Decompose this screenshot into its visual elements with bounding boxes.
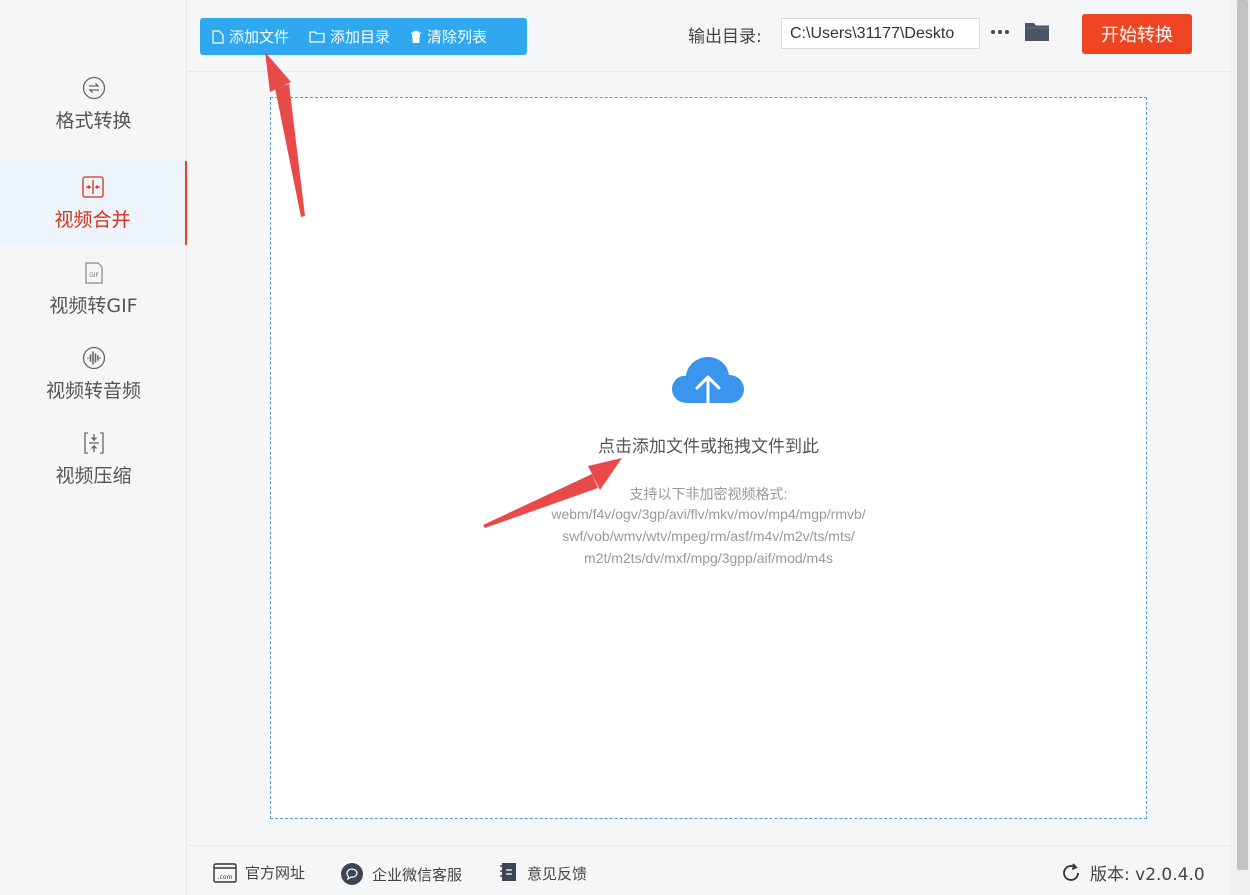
add-file-label: 添加文件 bbox=[229, 28, 290, 46]
sidebar-item-label: 视频转音频 bbox=[45, 379, 141, 402]
official-website-label: 官方网址 bbox=[245, 864, 306, 882]
wechat-support-label: 企业微信客服 bbox=[372, 865, 463, 884]
sidebar-item-video-merge[interactable]: 视频合并 bbox=[0, 161, 187, 245]
more-options-button[interactable] bbox=[988, 22, 1012, 42]
gif-icon: GIF bbox=[82, 261, 106, 285]
formats-line: webm/f4v/ogv/3gp/avi/flv/mkv/mov/mp4/mgp… bbox=[551, 506, 866, 522]
output-dir-label: 输出目录: bbox=[688, 27, 762, 47]
add-directory-button[interactable]: 添加目录 bbox=[309, 26, 390, 47]
trash-icon bbox=[411, 30, 422, 43]
sidebar-item-label: 视频合并 bbox=[54, 208, 131, 231]
audio-wave-icon bbox=[82, 346, 106, 370]
version-label: 版本: v2.0.4.0 bbox=[1090, 865, 1205, 885]
svg-text:GIF: GIF bbox=[89, 272, 99, 279]
formats-line: swf/vob/wmv/wtv/mpeg/rm/asf/m4v/m2v/ts/m… bbox=[562, 528, 855, 544]
sidebar-item-video-audio[interactable]: 视频转音频 bbox=[0, 332, 187, 416]
version-info[interactable]: 版本: v2.0.4.0 bbox=[1060, 860, 1205, 885]
wechat-support-link[interactable]: 企业微信客服 bbox=[340, 862, 462, 886]
format-convert-icon bbox=[82, 76, 106, 100]
sidebar-item-format-convert[interactable]: 格式转换 bbox=[0, 62, 187, 146]
sidebar-item-label: 视频压缩 bbox=[55, 464, 132, 487]
sidebar-item-label: 视频转GIF bbox=[49, 294, 138, 317]
open-folder-button[interactable] bbox=[1024, 20, 1050, 46]
output-dir-field[interactable]: C:\Users\31177\Deskto bbox=[781, 18, 980, 49]
feedback-link[interactable]: 意见反馈 bbox=[499, 862, 587, 884]
formats-heading: 支持以下非加密视频格式: bbox=[629, 486, 788, 502]
compress-icon bbox=[82, 431, 106, 455]
formats-line: m2t/m2ts/dv/mxf/mpg/3gpp/aif/mod/m4s bbox=[584, 550, 833, 566]
official-website-link[interactable]: .com 官方网址 bbox=[213, 862, 305, 883]
file-icon bbox=[212, 29, 224, 44]
clear-list-button[interactable]: 清除列表 bbox=[410, 26, 487, 47]
sidebar-item-label: 格式转换 bbox=[55, 109, 132, 132]
video-merge-icon bbox=[81, 175, 105, 199]
start-convert-button[interactable]: 开始转换 bbox=[1082, 14, 1192, 54]
toolbar: 添加文件 添加目录 清除列表 输出目录: C:\Users\31177\Desk… bbox=[188, 0, 1230, 72]
website-icon: .com bbox=[213, 862, 237, 883]
clear-list-label: 清除列表 bbox=[427, 28, 488, 46]
drop-zone-title: 点击添加文件或拖拽文件到此 bbox=[598, 437, 819, 457]
file-button-group: 添加文件 添加目录 清除列表 bbox=[200, 18, 527, 55]
feedback-label: 意见反馈 bbox=[527, 864, 588, 883]
file-drop-zone[interactable] bbox=[270, 97, 1147, 819]
footer-bar: .com 官方网址 企业微信客服 意见反馈 版本: v2.0.4.0 bbox=[188, 845, 1230, 895]
sidebar: 格式转换 视频合并 GIF 视频转GIF 视频转音频 视频压缩 bbox=[0, 0, 187, 895]
svg-text:.com: .com bbox=[218, 874, 233, 881]
chat-bubble-icon bbox=[341, 863, 363, 885]
refresh-icon bbox=[1063, 862, 1079, 881]
add-directory-label: 添加目录 bbox=[330, 28, 391, 46]
folder-icon bbox=[1025, 23, 1049, 41]
add-file-button[interactable]: 添加文件 bbox=[212, 26, 289, 47]
feedback-icon bbox=[500, 863, 516, 881]
cloud-upload-icon[interactable] bbox=[670, 355, 746, 421]
sidebar-item-video-compress[interactable]: 视频压缩 bbox=[0, 417, 187, 501]
scrollbar-thumb[interactable] bbox=[1237, 0, 1248, 870]
sidebar-item-video-gif[interactable]: GIF 视频转GIF bbox=[0, 247, 187, 331]
ellipsis-icon bbox=[991, 30, 1009, 34]
folder-outline-icon bbox=[309, 31, 325, 43]
